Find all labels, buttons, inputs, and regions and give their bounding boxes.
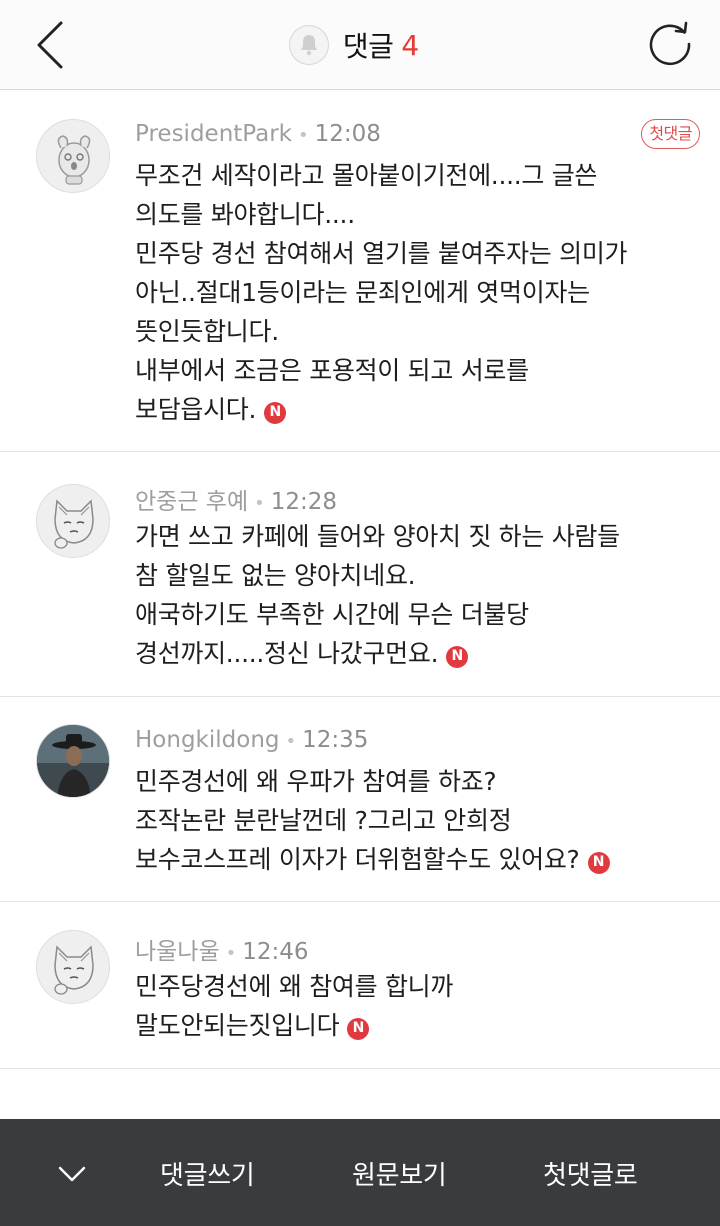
avatar[interactable] [36,119,110,193]
avatar[interactable] [36,484,110,558]
dog-character-avatar-icon [57,135,91,185]
avatar[interactable] [36,724,110,798]
comment-line: 민주경선에 왜 우파가 참여를 하죠? [135,767,497,796]
comment-line: 아닌..절대1등이라는 문죄인에게 엿먹이자는 [135,278,590,307]
separator-dot: • [225,943,237,964]
comment-count: 4 [401,28,420,62]
comment-line: 민주당 경선 참여해서 열기를 붙여주자는 의미가 [135,239,628,268]
comment-meta: PresidentPark • 12:08 [135,121,381,147]
separator-dot: • [298,125,309,146]
comment-line: 참 할일도 없는 양아치네요. [135,561,416,590]
cat-character-avatar-icon [54,499,94,549]
collapse-button[interactable] [50,1157,94,1191]
refresh-icon [649,21,691,66]
author-name[interactable]: 안중근 후예 [135,489,248,515]
comment-line: 애국하기도 부족한 시간에 무슨 더불당 [135,600,529,629]
comment-line: 무조건 세작이라고 몰아붙이기전에....그 글쓴 [135,161,598,190]
comment-line: 민주당경선에 왜 참여를 합니까 [135,972,454,1001]
comment-item: 나울나울 • 12:46 민주당경선에 왜 참여를 합니까 말도안되는짓입니다 N [0,902,720,1069]
separator-dot: • [254,493,265,514]
author-name[interactable]: PresidentPark [135,121,292,147]
comment-meta: 나울나울 • 12:46 [135,932,309,966]
author-name[interactable]: Hongkildong [135,727,280,753]
comment-line: 가면 쓰고 카페에 들어와 양아치 짓 하는 사람들 [135,522,620,551]
comment-line: 경선까지.....정신 나갔구먼요. N [135,634,695,673]
comment-item: 안중근 후예 • 12:28 가면 쓰고 카페에 들어와 양아치 짓 하는 사람들 … [0,452,720,697]
separator-dot: • [285,731,297,752]
comment-line: 내부에서 조금은 포용적이 되고 서로를 [135,356,529,385]
comment-line: 의도를 봐야합니다.... [135,200,355,229]
notification-toggle[interactable] [288,25,329,65]
comment-body: 가면 쓰고 카페에 들어와 양아치 짓 하는 사람들 참 할일도 없는 양아치네… [135,517,695,673]
bottom-action-bar: 댓글쓰기 원문보기 첫댓글로 [0,1119,720,1226]
comment-meta: 안중근 후예 • 12:28 [135,482,337,516]
comment-time: 12:08 [314,121,381,147]
portrait-avatar-icon [37,725,109,797]
comment-body: 민주당경선에 왜 참여를 합니까 말도안되는짓입니다 N [135,967,695,1045]
new-badge: N [446,645,469,668]
comment-line: 말도안되는짓입니다 N [135,1006,695,1045]
cat-character-avatar-icon [54,945,94,995]
top-bar: 댓글 4 [0,0,720,90]
comment-list: PresidentPark • 12:08 첫댓글 무조건 세작이라고 몰아붙이기전… [0,91,720,1069]
comment-meta: Hongkildong • 12:35 [135,727,368,753]
comment-time: 12:35 [302,727,369,753]
author-name[interactable]: 나울나울 [135,939,220,965]
comment-time: 12:28 [270,489,338,515]
write-comment-button[interactable]: 댓글쓰기 [160,1155,255,1192]
new-badge: N [587,851,610,874]
page-title: 댓글 [342,30,394,63]
first-comment-badge: 첫댓글 [641,119,700,149]
comment-time: 12:46 [242,939,309,965]
refresh-button[interactable] [640,14,700,74]
go-first-comment-button[interactable]: 첫댓글로 [543,1155,638,1192]
comment-body: 무조건 세작이라고 몰아붙이기전에....그 글쓴 의도를 봐야합니다.... … [135,156,695,429]
view-original-button[interactable]: 원문보기 [352,1155,447,1192]
comment-item: Hongkildong • 12:35 민주경선에 왜 우파가 참여를 하죠? 조작… [0,697,720,902]
chevron-down-icon [58,1166,86,1182]
comment-line: 조작논란 분란날껀데 ?그리고 안희정 [135,806,512,835]
avatar[interactable] [36,930,110,1004]
comment-line: 보담읍시다. N [135,390,695,429]
title-area: 댓글 4 [0,24,720,66]
comment-body: 민주경선에 왜 우파가 참여를 하죠? 조작논란 분란날껀데 ?그리고 안희정 … [135,762,695,879]
comment-line: 뜻인듯합니다. [135,317,279,346]
new-badge: N [264,401,287,424]
new-badge: N [347,1017,370,1040]
bell-icon [300,35,318,56]
comment-item: PresidentPark • 12:08 첫댓글 무조건 세작이라고 몰아붙이기전… [0,91,720,452]
comment-line: 보수코스프레 이자가 더위험할수도 있어요? N [135,840,695,879]
